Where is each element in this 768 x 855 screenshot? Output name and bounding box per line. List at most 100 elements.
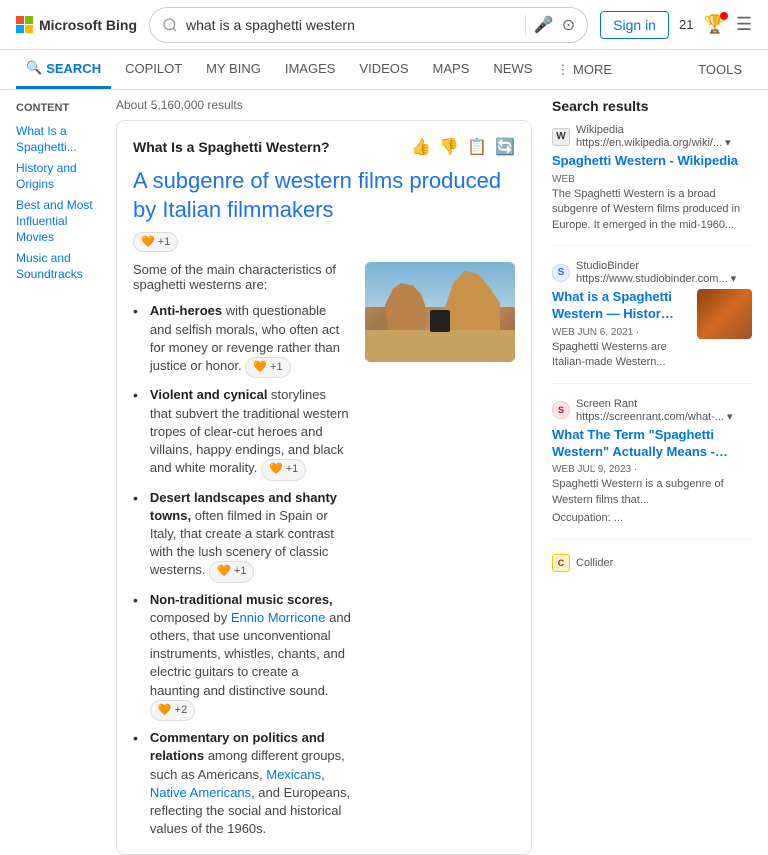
answer-body: Some of the main characteristics of spag… <box>133 262 515 838</box>
answer-image-column <box>365 262 515 838</box>
result-source-studiobinder: S StudioBinder https://www.studiobinder.… <box>552 260 752 285</box>
camera-icon[interactable]: ⊙ <box>562 15 575 35</box>
navigation-bar: 🔍 SEARCH COPILOT MY BING IMAGES VIDEOS M… <box>0 50 768 90</box>
answer-header: What Is a Spaghetti Western? 👍 👎 📋 🔄 <box>133 137 515 157</box>
thumbs-up-icon[interactable]: 👍 <box>411 137 431 157</box>
thumbs-down-icon[interactable]: 👎 <box>439 137 459 157</box>
result-count: About 5,160,000 results <box>116 98 532 112</box>
answer-image <box>365 262 515 362</box>
answer-main-title: A subgenre of western films produced by … <box>133 167 515 252</box>
logo: Microsoft Bing <box>16 16 137 33</box>
sidebar-link-0[interactable]: What Is a Spaghetti... <box>16 124 96 155</box>
result-source-collider: C Collider <box>552 554 752 572</box>
studiobinder-result-label: WEB Jun 6, 2021 · <box>552 327 689 338</box>
wikipedia-result-label: WEB <box>552 174 752 185</box>
search-input[interactable] <box>186 17 517 33</box>
sidebar-link-3[interactable]: Music and Soundtracks <box>16 251 96 282</box>
header: Microsoft Bing 🎤 ⊙ Sign in 21 🏆 ☰ <box>0 0 768 50</box>
nav-label-my-bing: MY BING <box>206 61 261 76</box>
tools-label: TOOLS <box>698 62 742 77</box>
wikipedia-url: https://en.wikipedia.org/wiki/... ▾ <box>576 136 731 149</box>
tools-button[interactable]: TOOLS <box>688 62 752 77</box>
answer-intro: Some of the main characteristics of spag… <box>133 262 351 292</box>
native-americans-link[interactable]: Native Americans <box>150 785 251 800</box>
reaction-badge-1[interactable]: 🧡 +1 <box>261 459 306 480</box>
bullet-bold-0: Anti-heroes <box>150 303 222 318</box>
sidebar-link-1[interactable]: History and Origins <box>16 161 96 192</box>
hamburger-menu-icon[interactable]: ☰ <box>736 14 752 35</box>
ennio-morricone-link[interactable]: Ennio Morricone <box>231 610 326 625</box>
result-card-wikipedia: W Wikipedia https://en.wikipedia.org/wik… <box>552 124 752 246</box>
nav-item-maps[interactable]: MAPS <box>423 50 480 89</box>
result-card-studiobinder: S StudioBinder https://www.studiobinder.… <box>552 260 752 384</box>
answer-box: What Is a Spaghetti Western? 👍 👎 📋 🔄 A s… <box>116 120 532 855</box>
header-right: Sign in 21 🏆 ☰ <box>600 11 752 39</box>
result-card-screenrant: S Screen Rant https://screenrant.com/wha… <box>552 398 752 540</box>
wikipedia-result-snippet: The Spaghetti Western is a broad subgenr… <box>552 187 752 233</box>
reaction-badge-2[interactable]: 🧡 +1 <box>209 561 254 582</box>
wikipedia-icon: W <box>552 128 570 146</box>
studiobinder-result-snippet: Spaghetti Westerns are Italian-made West… <box>552 340 689 371</box>
sidebar-heading: Content <box>16 102 96 114</box>
nav-label-news: NEWS <box>493 61 532 76</box>
ground-layer <box>365 330 515 362</box>
divider <box>525 15 526 35</box>
screenrant-result-label: WEB Jul 9, 2023 · <box>552 464 752 475</box>
right-sidebar-title: Search results <box>552 98 752 114</box>
search-nav-icon: 🔍 <box>26 60 42 76</box>
right-sidebar: Search results W Wikipedia https://en.wi… <box>552 90 752 855</box>
bullet-item-1: Violent and cynical storylines that subv… <box>133 386 351 480</box>
mexicans-link[interactable]: Mexicans <box>266 767 321 782</box>
logo-icon <box>16 16 33 33</box>
sign-in-button[interactable]: Sign in <box>600 11 669 39</box>
result-source-wikipedia: W Wikipedia https://en.wikipedia.org/wik… <box>552 124 752 149</box>
nav-label-images: IMAGES <box>285 61 336 76</box>
refresh-icon[interactable]: 🔄 <box>495 137 515 157</box>
left-sidebar: Content What Is a Spaghetti... History a… <box>16 90 96 855</box>
microphone-icon[interactable]: 🎤 <box>534 15 554 35</box>
bullet-bold-3: Non-traditional music scores, <box>150 592 333 607</box>
bullet-item-2: Desert landscapes and shanty towns, ofte… <box>133 489 351 583</box>
collider-source-name: Collider <box>576 557 613 569</box>
studiobinder-result-title[interactable]: What is a Spaghetti Western — Histor… <box>552 289 689 323</box>
sidebar-links: What Is a Spaghetti... History and Origi… <box>16 124 96 282</box>
copy-icon[interactable]: 📋 <box>467 137 487 157</box>
bullet-item-4: Commentary on politics and relations amo… <box>133 729 351 838</box>
nav-item-my-bing[interactable]: MY BING <box>196 50 271 89</box>
nav-label-search: SEARCH <box>46 61 101 76</box>
answer-text-column: Some of the main characteristics of spag… <box>133 262 351 838</box>
studiobinder-source-name: StudioBinder <box>576 260 736 272</box>
notification-count: 21 <box>679 17 693 32</box>
nav-label-maps: MAPS <box>433 61 470 76</box>
content-area: Content What Is a Spaghetti... History a… <box>0 90 768 855</box>
reaction-badge-main[interactable]: 🧡 +1 <box>133 232 178 252</box>
result-source-screenrant: S Screen Rant https://screenrant.com/wha… <box>552 398 752 423</box>
screenrant-occupation: Occupation: ... <box>552 511 752 526</box>
reaction-badge-3[interactable]: 🧡 +2 <box>150 700 195 721</box>
reaction-badge-0[interactable]: 🧡 +1 <box>245 357 290 378</box>
nav-item-news[interactable]: NEWS <box>483 50 542 89</box>
search-bar[interactable]: 🎤 ⊙ <box>149 7 588 43</box>
nav-item-videos[interactable]: VIDEOS <box>349 50 418 89</box>
wikipedia-result-title[interactable]: Spaghetti Western - Wikipedia <box>552 153 752 170</box>
bullet-item-0: Anti-heroes with questionable and selfis… <box>133 302 351 378</box>
main-result: About 5,160,000 results What Is a Spaghe… <box>116 90 532 855</box>
screenrant-result-snippet: Spaghetti Western is a subgenre of Weste… <box>552 477 752 508</box>
studiobinder-icon: S <box>552 264 570 282</box>
collider-icon: C <box>552 554 570 572</box>
nav-label-videos: VIDEOS <box>359 61 408 76</box>
logo-text: Microsoft Bing <box>39 17 137 33</box>
screenrant-result-title[interactable]: What The Term "Spaghetti Western" Actual… <box>552 427 752 461</box>
nav-item-search[interactable]: 🔍 SEARCH <box>16 50 111 89</box>
result-card-collider: C Collider <box>552 554 752 588</box>
horse-silhouette <box>430 310 450 332</box>
nav-item-copilot[interactable]: COPILOT <box>115 50 192 89</box>
more-button[interactable]: ⋮ MORE <box>546 62 622 78</box>
answer-question: What Is a Spaghetti Western? <box>133 139 330 155</box>
nav-label-copilot: COPILOT <box>125 61 182 76</box>
bullet-item-3: Non-traditional music scores, composed b… <box>133 591 351 722</box>
screenrant-url: https://screenrant.com/what-... ▾ <box>576 410 733 423</box>
notification-dot <box>720 12 728 20</box>
sidebar-link-2[interactable]: Best and Most Influential Movies <box>16 198 96 245</box>
nav-item-images[interactable]: IMAGES <box>275 50 346 89</box>
